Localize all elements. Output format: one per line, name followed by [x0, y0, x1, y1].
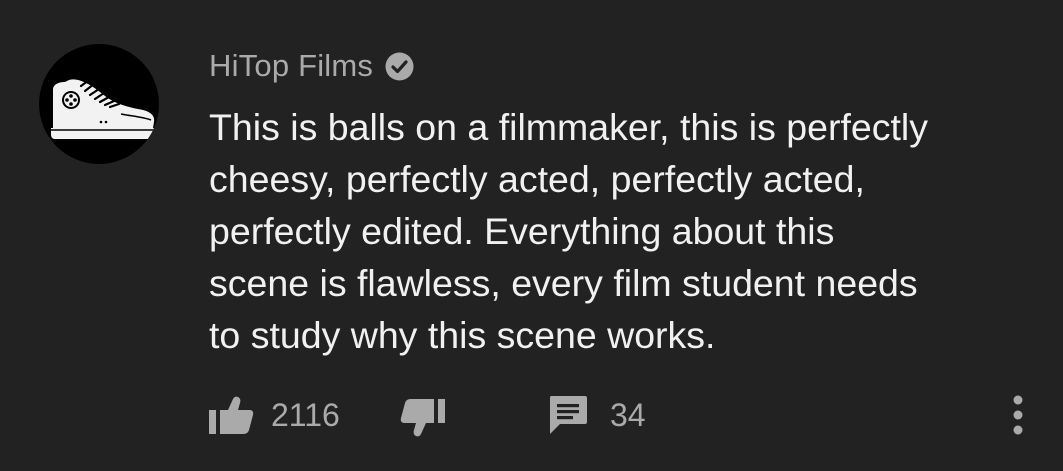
author-name[interactable]: HiTop Films — [209, 48, 373, 84]
like-button[interactable] — [208, 393, 254, 437]
thumbs-down-icon — [400, 399, 445, 437]
comment-icon — [550, 396, 587, 434]
more-vertical-icon — [1013, 395, 1023, 435]
thumbs-up-icon — [209, 396, 254, 434]
more-options-button[interactable] — [1008, 393, 1028, 437]
like-count: 2116 — [271, 396, 340, 433]
comment-card: HiTop Films This is balls on a filmmaker… — [0, 0, 1063, 471]
reply-count: 34 — [610, 396, 646, 433]
sneaker-logo — [51, 78, 155, 139]
comment-actions: 2116 34 — [208, 393, 1048, 437]
reply-button[interactable] — [548, 393, 588, 437]
avatar[interactable] — [39, 44, 159, 164]
comment-text: This is balls on a filmmaker, this is pe… — [209, 106, 928, 356]
verified-check-icon — [385, 52, 414, 81]
dislike-button[interactable] — [400, 393, 446, 437]
comment-header: HiTop Films — [209, 46, 414, 86]
